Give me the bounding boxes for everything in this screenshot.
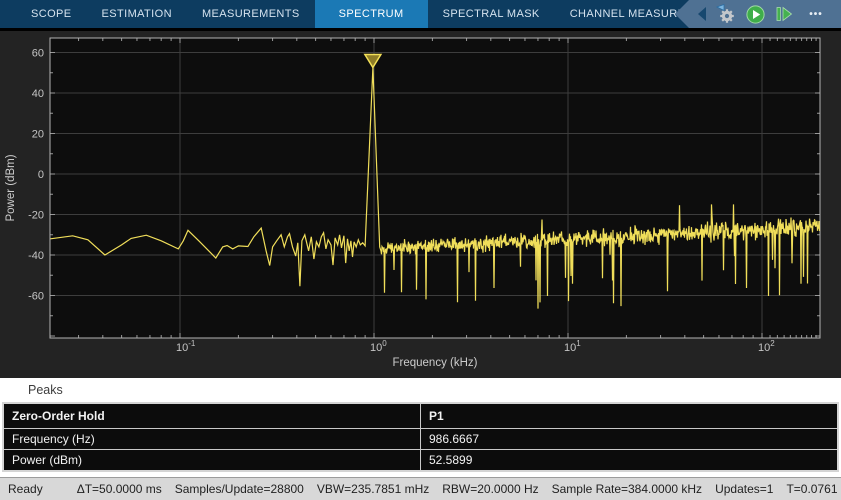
spectrum-plot-area[interactable]: 60 40 20 0 -20 -40 -60 10-1 100 101 102 Frequency (… — [0, 31, 841, 378]
status-delta-t: ΔT=50.0000 ms — [77, 482, 162, 496]
run-button[interactable] — [745, 3, 765, 25]
spectrum-plot-svg[interactable]: 60 40 20 0 -20 -40 -60 10-1 100 101 102 Frequency (… — [0, 31, 841, 378]
svg-text:100: 100 — [370, 339, 387, 354]
gear-icon — [716, 4, 736, 24]
tab-estimation[interactable]: ESTIMATION — [87, 0, 187, 28]
chevron-left-icon — [697, 7, 706, 21]
more-options-button[interactable]: ••• — [803, 3, 829, 25]
svg-text:-20: -20 — [28, 210, 44, 222]
spectrum-analyzer-window: SCOPE ESTIMATION MEASUREMENTS SPECTRUM S… — [0, 0, 841, 500]
peaks-table-container: Zero-Order Hold P1 Frequency (Hz) 986.66… — [0, 402, 841, 477]
svg-text:101: 101 — [564, 339, 581, 354]
status-sample-rate: Sample Rate=384.0000 kHz — [552, 482, 702, 496]
peaks-row-power-label: Power (dBm) — [3, 450, 421, 472]
table-row: Frequency (Hz) 986.6667 — [3, 429, 838, 450]
status-rbw: RBW=20.0000 Hz — [442, 482, 538, 496]
status-state: Ready — [8, 482, 43, 496]
plot-background — [50, 38, 820, 338]
svg-text:40: 40 — [32, 88, 44, 100]
peaks-row-power-value: 52.5899 — [421, 450, 839, 472]
peaks-row-frequency-label: Frequency (Hz) — [3, 429, 421, 450]
svg-text:102: 102 — [758, 339, 775, 354]
y-axis-label: Power (dBm) — [5, 154, 17, 221]
x-axis-label: Frequency (kHz) — [393, 357, 478, 369]
play-icon — [746, 5, 765, 24]
svg-text:0: 0 — [38, 169, 44, 181]
status-updates: Updates=1 — [715, 482, 773, 496]
peaks-table-header-row: Zero-Order Hold P1 — [3, 403, 838, 429]
tab-spectral-mask[interactable]: SPECTRAL MASK — [428, 0, 555, 28]
tab-measurements[interactable]: MEASUREMENTS — [187, 0, 315, 28]
svg-text:-60: -60 — [28, 291, 44, 303]
status-samples-per-update: Samples/Update=28800 — [175, 482, 304, 496]
toolstrip-tabbar: SCOPE ESTIMATION MEASUREMENTS SPECTRUM S… — [0, 0, 841, 28]
svg-text:10-1: 10-1 — [176, 339, 196, 354]
peaks-panel-header: Peaks — [0, 378, 841, 402]
svg-text:60: 60 — [32, 48, 44, 60]
svg-text:-40: -40 — [28, 250, 44, 262]
ellipsis-icon: ••• — [809, 9, 823, 20]
step-forward-button[interactable] — [774, 3, 794, 25]
status-time: T=0.0761 — [786, 482, 837, 496]
peaks-header-p1: P1 — [421, 403, 839, 429]
peaks-panel-title: Peaks — [28, 383, 63, 397]
step-forward-icon — [775, 5, 793, 23]
peaks-header-source: Zero-Order Hold — [3, 403, 421, 429]
peaks-row-frequency-value: 986.6667 — [421, 429, 839, 450]
collapse-toolstrip-button[interactable] — [695, 3, 707, 25]
peaks-table: Zero-Order Hold P1 Frequency (Hz) 986.66… — [2, 402, 839, 472]
tab-spectrum[interactable]: SPECTRUM — [315, 0, 428, 28]
tab-scope[interactable]: SCOPE — [16, 0, 87, 28]
quick-controls: ••• — [675, 0, 841, 28]
status-vbw: VBW=235.7851 mHz — [317, 482, 429, 496]
status-bar: Ready ΔT=50.0000 ms Samples/Update=28800… — [0, 477, 841, 500]
run-options-button[interactable] — [716, 3, 736, 25]
table-row: Power (dBm) 52.5899 — [3, 450, 838, 472]
svg-text:20: 20 — [32, 129, 44, 141]
